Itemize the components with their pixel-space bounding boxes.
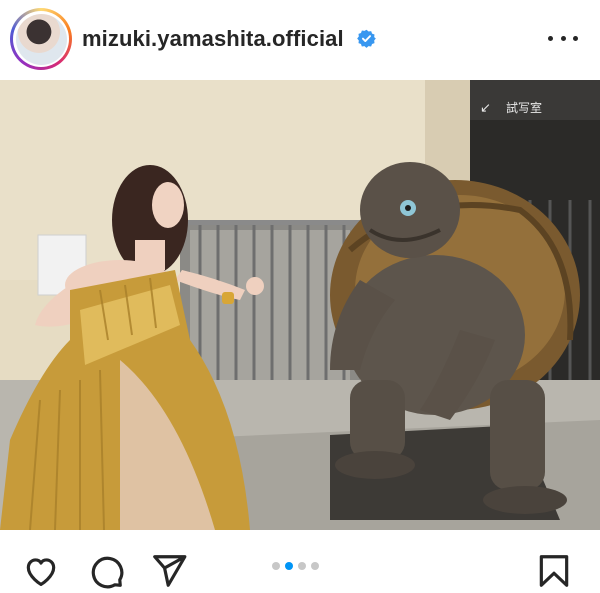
more-horizontal-icon [548, 35, 553, 41]
post-header: mizuki.yamashita.official [0, 0, 600, 80]
post-photo[interactable]: 試写室 ↙ [0, 80, 600, 530]
bookmark-icon [539, 555, 569, 587]
verified-badge-icon [357, 29, 376, 48]
like-button[interactable] [22, 552, 60, 590]
heart-icon [26, 558, 56, 587]
comment-icon [91, 556, 124, 589]
share-button[interactable] [150, 552, 188, 590]
save-button[interactable] [535, 552, 573, 590]
story-ring[interactable] [10, 8, 72, 70]
room-sign-arrow: ↙ [480, 101, 491, 116]
post-image: 試写室 ↙ [0, 80, 600, 530]
room-sign: 試写室 [506, 100, 542, 115]
comment-button[interactable] [87, 552, 125, 590]
more-options-button[interactable] [548, 25, 578, 51]
carousel-dot-active[interactable] [285, 562, 293, 570]
carousel-dot[interactable] [311, 562, 319, 570]
carousel-dot[interactable] [272, 562, 280, 570]
carousel-indicator [272, 561, 319, 571]
avatar[interactable] [15, 13, 67, 65]
carousel-dot[interactable] [298, 562, 306, 570]
send-icon [153, 555, 187, 587]
post-actions-bar [0, 530, 600, 593]
username-link[interactable]: mizuki.yamashita.official [82, 26, 344, 52]
